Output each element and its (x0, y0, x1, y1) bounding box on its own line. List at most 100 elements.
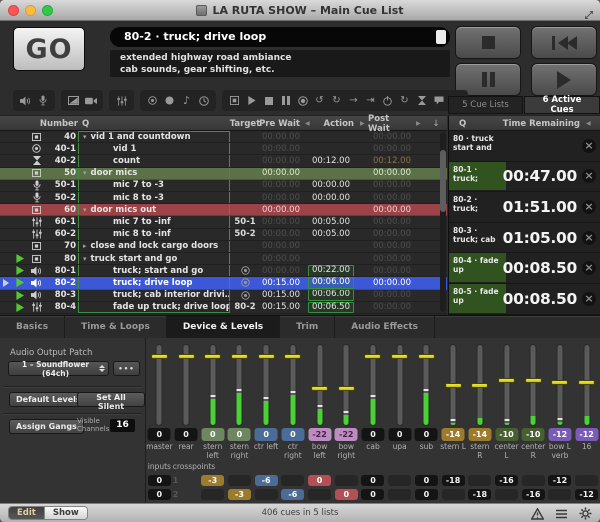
channel-level-value[interactable]: -10 (522, 428, 545, 441)
post-wait-value[interactable]: 00:00.00 (363, 204, 411, 215)
column-header-q[interactable]: Q (82, 116, 89, 131)
cue-name[interactable]: vid 1 (78, 143, 230, 154)
cue-name[interactable]: truck; drive loop (78, 277, 230, 288)
post-wait-value[interactable]: 00:00.00 (363, 241, 411, 252)
cue-notes-field[interactable]: extended highway road ambiance cab sound… (110, 50, 450, 77)
cue-target[interactable]: 50-1 (232, 216, 258, 227)
cue-number[interactable]: 80-2 (45, 277, 76, 288)
channel-level-value[interactable]: -14 (468, 428, 491, 441)
settings-gear-button[interactable] (579, 507, 592, 520)
cue-list-scrollbar[interactable] (440, 132, 446, 312)
cue-target[interactable] (232, 277, 258, 288)
channel-level-value[interactable]: -22 (335, 428, 358, 441)
pre-wait-value[interactable]: 00:00.00 (258, 143, 300, 154)
zoom-window-button[interactable] (42, 5, 53, 16)
action-value[interactable]: 00:22.00 (303, 265, 359, 276)
fader-handle[interactable] (445, 383, 462, 388)
channel-level-value[interactable]: -12 (575, 428, 598, 441)
hourglass-icon-button[interactable] (415, 90, 428, 111)
load-icon-button[interactable]: ↻ (398, 90, 411, 111)
circle-icon-button[interactable] (163, 90, 176, 111)
crosspoint-empty[interactable] (335, 475, 358, 486)
cue-number[interactable]: 70 (45, 241, 76, 252)
undo-icon-button[interactable]: ↺ (313, 90, 326, 111)
active-cue-row[interactable]: 80-2 · truck;01:51.00× (449, 192, 600, 223)
stop-all-button[interactable] (455, 26, 521, 59)
cue-target[interactable] (232, 131, 258, 142)
redo-icon-button[interactable]: ↻ (330, 90, 343, 111)
post-wait-value[interactable]: 00:00.00 (363, 143, 411, 154)
panic-icon-button[interactable] (228, 90, 241, 111)
fader-handle[interactable] (498, 378, 515, 383)
pre-wait-value[interactable]: 00:15.00 (258, 290, 300, 301)
cue-name[interactable]: truck; cab interior drivi… (78, 290, 230, 301)
post-wait-value[interactable]: 00:00.00 (363, 302, 411, 313)
visible-channels-value[interactable]: 16 (110, 419, 135, 432)
tab-trim[interactable]: Trim (280, 316, 335, 338)
crosspoint-empty[interactable] (308, 489, 331, 500)
cue-target[interactable] (232, 168, 258, 179)
tab-basics[interactable]: Basics (0, 316, 65, 338)
stop-active-cue-button[interactable]: × (582, 292, 596, 306)
tab-cue-lists[interactable]: 5 Cue Lists (448, 96, 523, 114)
camera-icon-button[interactable] (84, 90, 97, 111)
post-wait-value[interactable]: 00:00.00 (363, 168, 411, 179)
warnings-button[interactable] (531, 507, 544, 520)
cue-row-60[interactable]: 60▾door mics out00:00.0000:00.00 (0, 204, 447, 216)
pre-wait-value[interactable]: 00:00.00 (258, 241, 300, 252)
cue-row-40-2[interactable]: 40-2count00:00.0000:12.0000:12.00 (0, 155, 447, 167)
cue-number[interactable]: 50-2 (45, 192, 76, 203)
edit-mode-button[interactable]: Edit (9, 507, 44, 519)
fader-handle[interactable] (364, 354, 381, 359)
active-cue-row[interactable]: 80-3 · truck; cab01:05.00× (449, 223, 600, 254)
fader-track[interactable] (316, 344, 323, 426)
fader-track[interactable] (236, 344, 243, 426)
cue-name[interactable]: ▾truck start and go (78, 253, 230, 264)
list-button[interactable] (555, 507, 568, 520)
cue-number[interactable]: 60 (45, 204, 76, 215)
cue-name[interactable]: ▸close and lock cargo doors (78, 241, 230, 252)
crosspoint-value[interactable]: -3 (228, 489, 251, 500)
fullscreen-icon[interactable] (584, 5, 594, 24)
fader-track[interactable] (209, 344, 216, 426)
post-wait-value[interactable]: 00:00.00 (363, 229, 411, 240)
tab-time-loops[interactable]: Time & Loops (65, 316, 167, 338)
fader-handle[interactable] (311, 386, 328, 391)
tab-active-cues[interactable]: 6 Active Cues (524, 96, 600, 114)
cue-row-50-2[interactable]: 50-2mic 8 to -300:00.0000:00.0000:00.00 (0, 192, 447, 204)
stop-icon-button[interactable] (262, 90, 275, 111)
fader-handle[interactable] (231, 354, 248, 359)
action-value[interactable]: 00:00.00 (303, 180, 359, 191)
crosspoint-empty[interactable] (495, 489, 518, 500)
crosspoint-value[interactable]: -12 (548, 475, 571, 486)
active-cue-row[interactable]: 80-5 · fade up00:08.50× (449, 284, 600, 315)
crosspoint-empty[interactable] (281, 475, 304, 486)
fader-handle[interactable] (471, 383, 488, 388)
fader-track[interactable] (423, 344, 430, 426)
cue-target[interactable]: 80-2 (232, 302, 258, 313)
cue-name[interactable]: count (78, 155, 230, 166)
crosspoint-empty[interactable] (255, 489, 278, 500)
pre-wait-value[interactable]: 00:00.00 (258, 253, 300, 264)
arrow-right-icon-button[interactable]: → (347, 90, 360, 111)
cue-target[interactable] (232, 180, 258, 191)
pre-wait-value[interactable]: 00:00.00 (258, 216, 300, 227)
post-wait-value[interactable]: 00:00.00 (363, 265, 411, 276)
reset-rewind-button[interactable] (531, 26, 597, 59)
cue-name[interactable]: mic 8 to -inf (78, 229, 230, 240)
cue-target[interactable] (232, 155, 258, 166)
input-level-value[interactable]: 0 (148, 475, 171, 486)
show-mode-button[interactable]: Show (44, 507, 87, 519)
active-cue-row[interactable]: 80 · truck start and× (449, 131, 600, 162)
pause-icon-button[interactable] (279, 90, 292, 111)
cue-number[interactable]: 80-1 (45, 265, 76, 276)
channel-level-value[interactable]: -22 (308, 428, 331, 441)
disclosure-triangle-icon[interactable]: ▸ (83, 242, 87, 250)
cue-row-60-1[interactable]: 60-1mic 7 to -inf50-100:00.0000:05.0000:… (0, 216, 447, 228)
cue-row-70[interactable]: 70▸close and lock cargo doors 00:00.00 00:… (0, 241, 447, 253)
active-header-q[interactable]: Q (459, 116, 466, 131)
cue-row-80-1[interactable]: 80-1truck; start and go00:00.0000:22.000… (0, 265, 447, 277)
fader-handle[interactable] (551, 380, 568, 385)
fader-track[interactable] (450, 344, 457, 426)
crosspoint-value[interactable]: 0 (361, 489, 384, 500)
